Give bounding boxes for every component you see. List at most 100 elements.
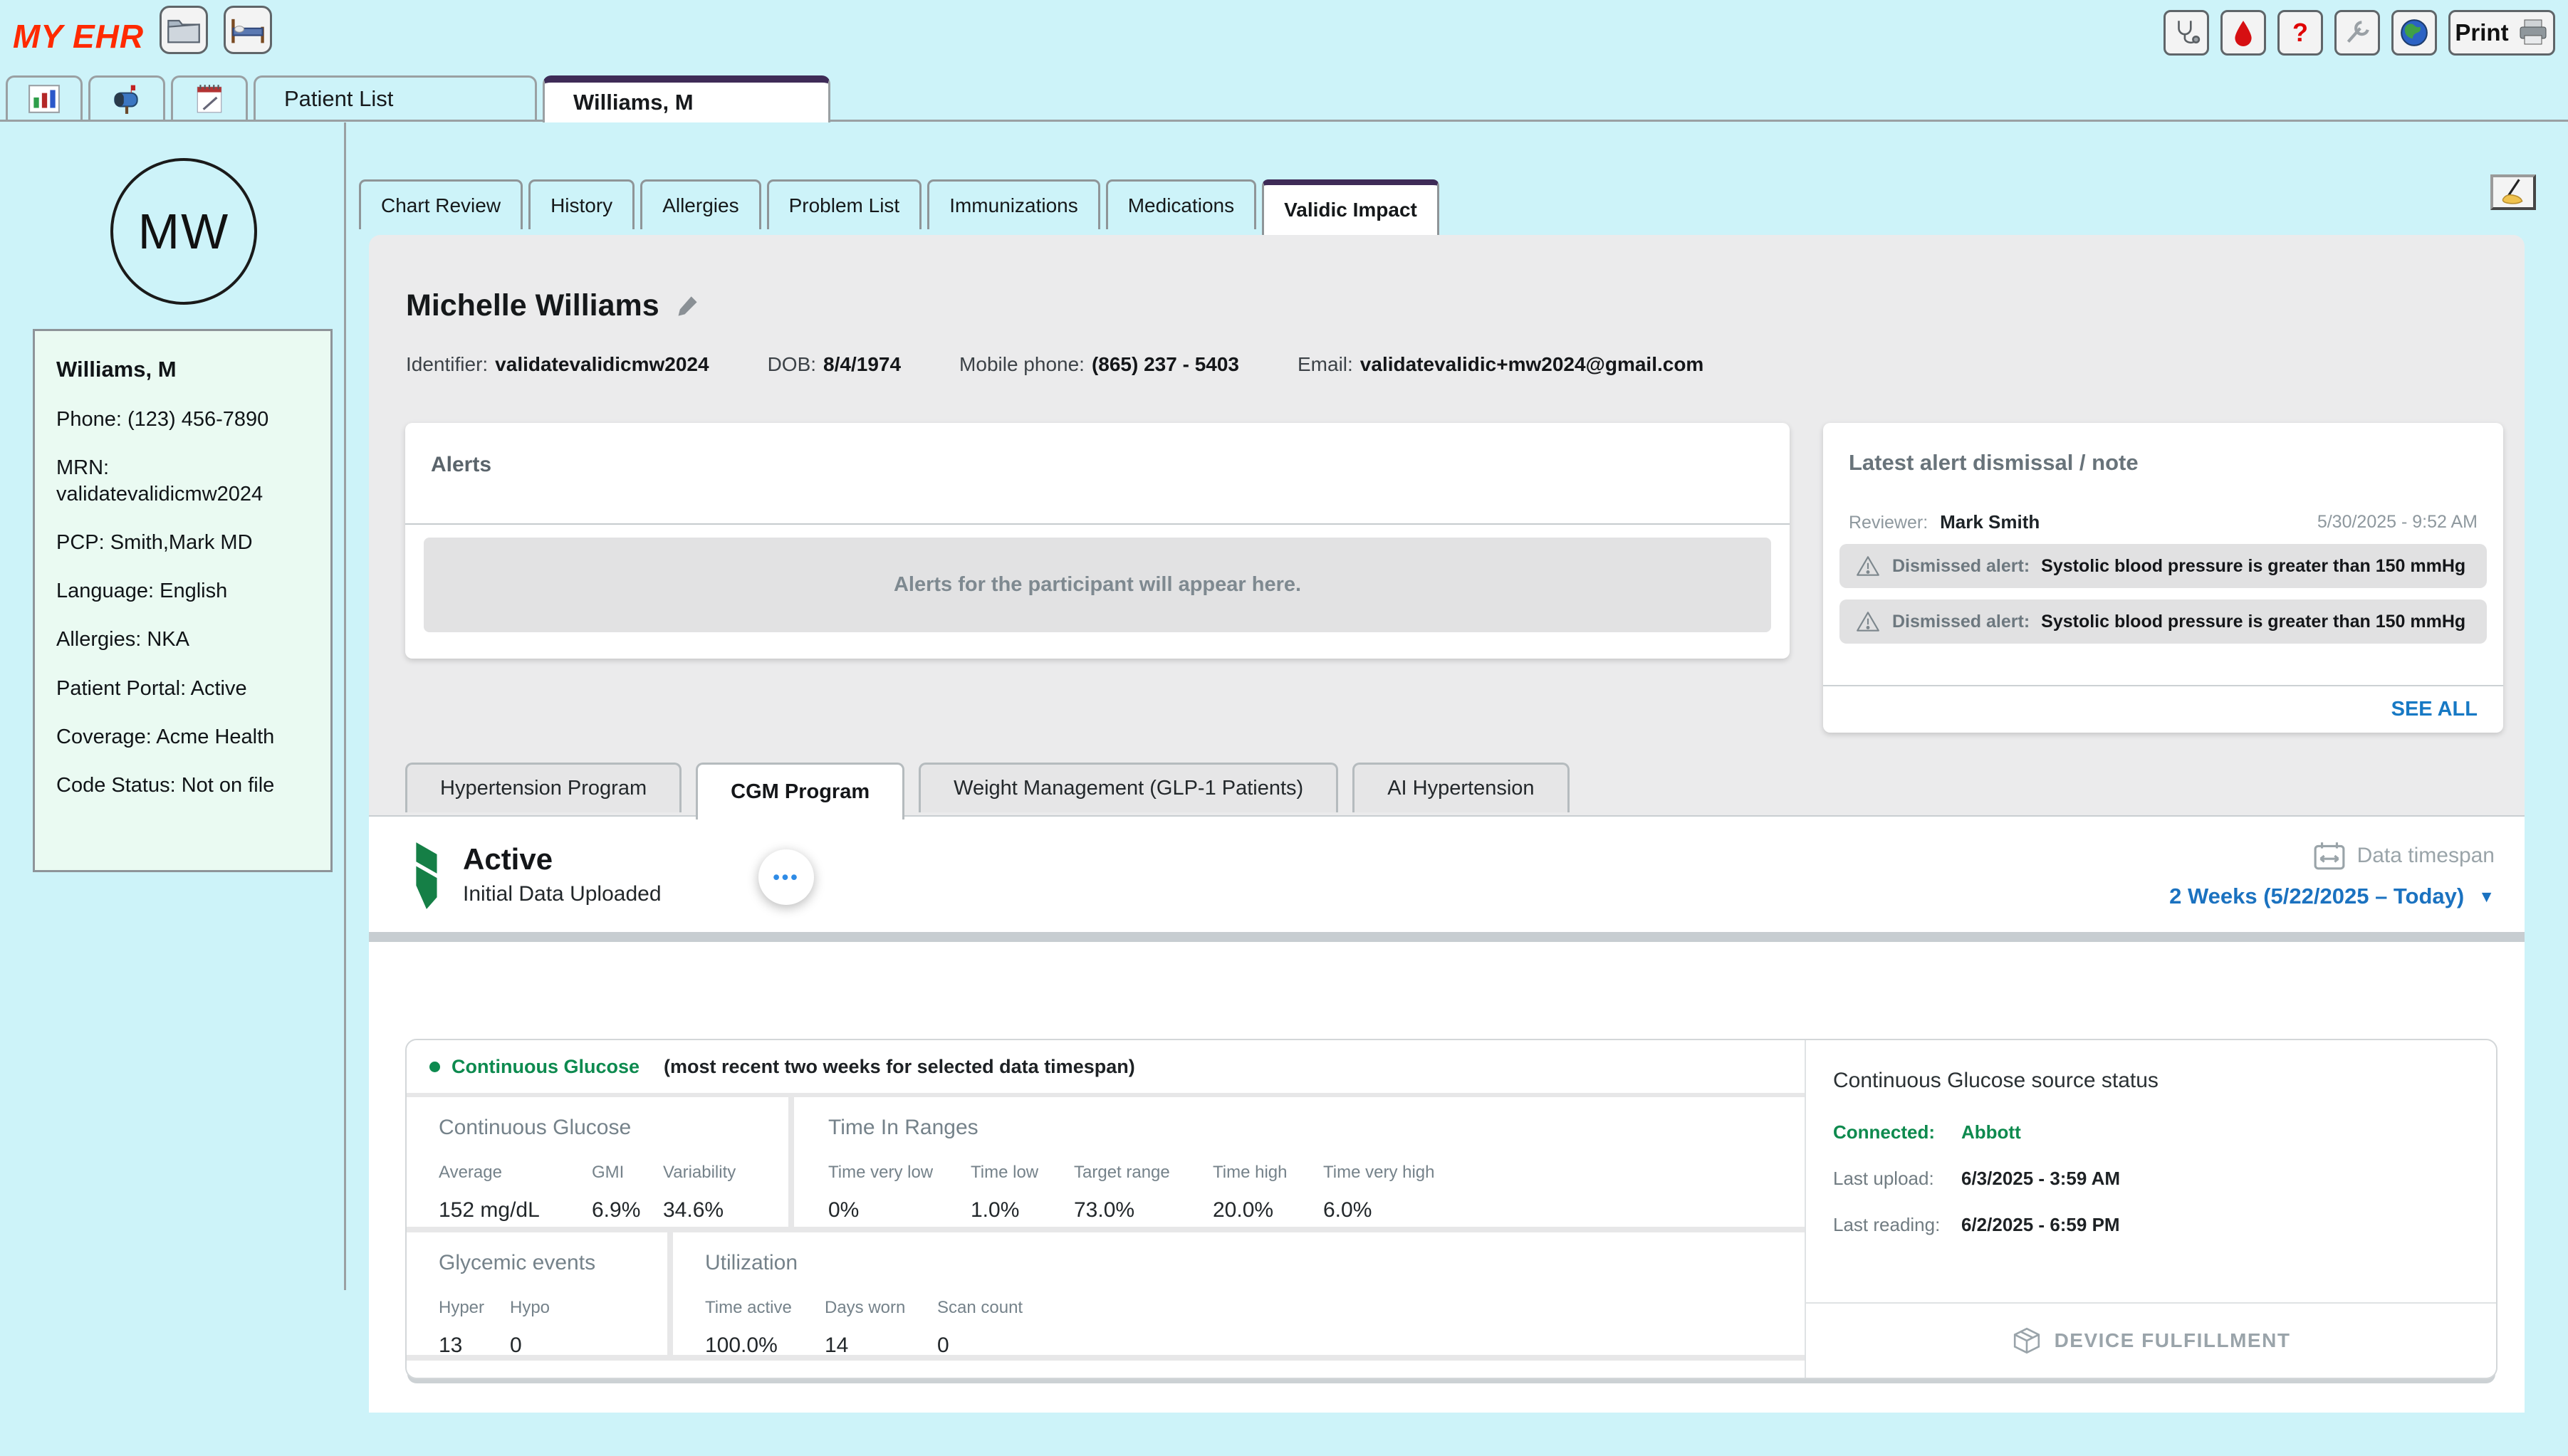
metric-average-value: 152 mg/dL [439,1198,592,1222]
question-mark-icon: ? [2292,18,2308,48]
metrics-row-2: Glycemic events Hyper 13 Hypo 0 Utilizat… [407,1232,1805,1355]
print-button[interactable]: Print [2448,10,2555,56]
tab-allergies-label: Allergies [662,194,738,217]
alerts-title: Alerts [431,453,491,477]
window-tab-patient-list[interactable]: Patient List [254,75,537,120]
data-timespan-label: Data timespan [2357,844,2495,868]
dob-field: DOB:8/4/1974 [768,353,901,376]
glycemic-events-section-title: Glycemic events [439,1251,653,1275]
charts-folder-button[interactable] [160,6,208,54]
tab-hypertension-program-label: Hypertension Program [440,777,647,800]
alerts-card: Alerts Alerts for the participant will a… [405,423,1790,659]
email-value: validatevalidic+mw2024@gmail.com [1360,353,1704,375]
chevron-down-icon: ▼ [2478,887,2495,906]
tab-validic-impact[interactable]: Validic Impact [1262,179,1439,235]
metric-time-active-label: Time active [705,1298,825,1318]
blood-drop-icon [2233,19,2254,46]
window-tab-schedule[interactable] [171,75,248,120]
metric-time-very-low: Time very low 0% [828,1163,971,1222]
metric-scan-count-value: 0 [937,1334,1023,1358]
tab-medications[interactable]: Medications [1106,179,1256,229]
metric-hypo-label: Hypo [510,1298,550,1318]
window-tab-reports[interactable] [6,75,83,120]
tab-problem-list[interactable]: Problem List [767,179,922,229]
dob-value: 8/4/1974 [823,353,901,375]
tab-ai-hypertension[interactable]: AI Hypertension [1352,763,1569,812]
time-in-ranges-section-title: Time In Ranges [828,1116,1790,1140]
identifier-field: Identifier:validatevalidicmw2024 [406,353,709,376]
last-reading-label: Last reading: [1833,1214,1961,1236]
metric-time-high-label: Time high [1213,1163,1323,1183]
sidebar-code-status: Code Status: Not on file [56,772,309,798]
sidebar-pcp: PCP: Smith,Mark MD [56,530,309,555]
time-in-ranges-tile: Time In Ranges Time very low 0% Time low… [794,1097,1805,1227]
metric-time-high: Time high 20.0% [1213,1163,1323,1222]
sidebar-divider [344,122,346,1290]
note-edit-button[interactable] [2490,174,2536,210]
blood-lab-button[interactable] [2220,10,2266,56]
validic-logo-icon [410,839,444,911]
help-button[interactable]: ? [2277,10,2323,56]
email-field: Email: validatevalidic+mw2024@gmail.com [1298,353,1703,376]
email-label: Email: [1298,353,1353,375]
inpatient-bed-button[interactable] [224,6,272,54]
app-logo-text: MY EHR [13,17,144,56]
sidebar-phone: Phone: (123) 456-7890 [56,407,309,432]
program-status-title: Active [463,842,662,876]
tab-weight-management[interactable]: Weight Management (GLP-1 Patients) [919,763,1338,812]
see-all-link[interactable]: SEE ALL [2391,698,2478,721]
window-tab-patient-williams[interactable]: Williams, M [543,75,830,122]
glucose-card-footer [407,1361,1805,1378]
tab-chart-review[interactable]: Chart Review [359,179,523,229]
writing-hand-icon [2497,177,2530,207]
metric-time-active: Time active 100.0% [705,1298,825,1358]
tab-immunizations-label: Immunizations [949,194,1078,217]
metric-days-worn-value: 14 [825,1334,937,1358]
tab-ai-hypertension-label: AI Hypertension [1387,777,1534,800]
alert-dismissal-card: Latest alert dismissal / note Reviewer: … [1823,423,2503,733]
tab-history[interactable]: History [528,179,635,229]
wrench-icon [2342,18,2372,48]
app-logo[interactable]: MY EHR ▼ [13,17,180,56]
metric-variability: Variability 34.6% [663,1163,736,1222]
tab-cgm-program-label: CGM Program [731,780,870,804]
last-upload-row: Last upload: 6/3/2025 - 3:59 AM [1833,1168,2469,1190]
tab-allergies[interactable]: Allergies [640,179,761,229]
dismissal-divider [1823,685,2503,686]
dismissed-alert-label: Dismissed alert: [1892,612,2030,632]
green-dot-icon [429,1062,440,1072]
dismissed-alert-chip: Dismissed alert: Systolic blood pressure… [1839,544,2487,588]
program-menu-button[interactable]: ••• [758,849,814,905]
patient-identifier-row: Identifier:validatevalidicmw2024 DOB:8/4… [406,353,1703,376]
calendar-range-icon [2313,841,2346,871]
reviewer-field: Reviewer: Mark Smith [1849,511,2040,533]
tab-hypertension-program[interactable]: Hypertension Program [405,763,682,812]
edit-pencil-icon[interactable] [675,294,699,318]
metric-target-range-label: Target range [1074,1163,1213,1183]
source-connected-label: Connected: [1833,1121,1961,1143]
sidebar-language: Language: English [56,578,309,604]
device-fulfillment-button[interactable]: DEVICE FULFILLMENT [1806,1304,2496,1378]
window-tab-inbox[interactable] [88,75,165,120]
tab-weight-management-label: Weight Management (GLP-1 Patients) [954,777,1303,800]
tab-immunizations[interactable]: Immunizations [927,179,1100,229]
timespan-selector[interactable]: 2 Weeks (5/22/2025 – Today) ▼ [2169,884,2495,909]
last-upload-label: Last upload: [1833,1168,1961,1190]
metric-gmi: GMI 6.9% [592,1163,663,1222]
tab-cgm-program[interactable]: CGM Program [696,763,904,819]
source-status-title: Continuous Glucose source status [1833,1069,2469,1093]
metric-variability-value: 34.6% [663,1198,736,1222]
metric-time-very-high: Time very high 6.0% [1323,1163,1435,1222]
glucose-source-region: Continuous Glucose source status Connect… [1805,1040,2496,1378]
last-reading-row: Last reading: 6/2/2025 - 6:59 PM [1833,1214,2469,1236]
tab-chart-review-label: Chart Review [381,194,501,217]
window-tab-patient-williams-label: Williams, M [573,90,694,115]
tools-button[interactable] [2334,10,2380,56]
web-button[interactable] [2391,10,2437,56]
globe-icon [2399,18,2429,48]
metric-time-very-high-value: 6.0% [1323,1198,1435,1222]
patient-info-panel: Williams, M Phone: (123) 456-7890 MRN: v… [33,329,333,872]
stethoscope-button[interactable] [2164,10,2209,56]
metric-gmi-value: 6.9% [592,1198,663,1222]
sidebar-patient-name: Williams, M [56,357,309,382]
